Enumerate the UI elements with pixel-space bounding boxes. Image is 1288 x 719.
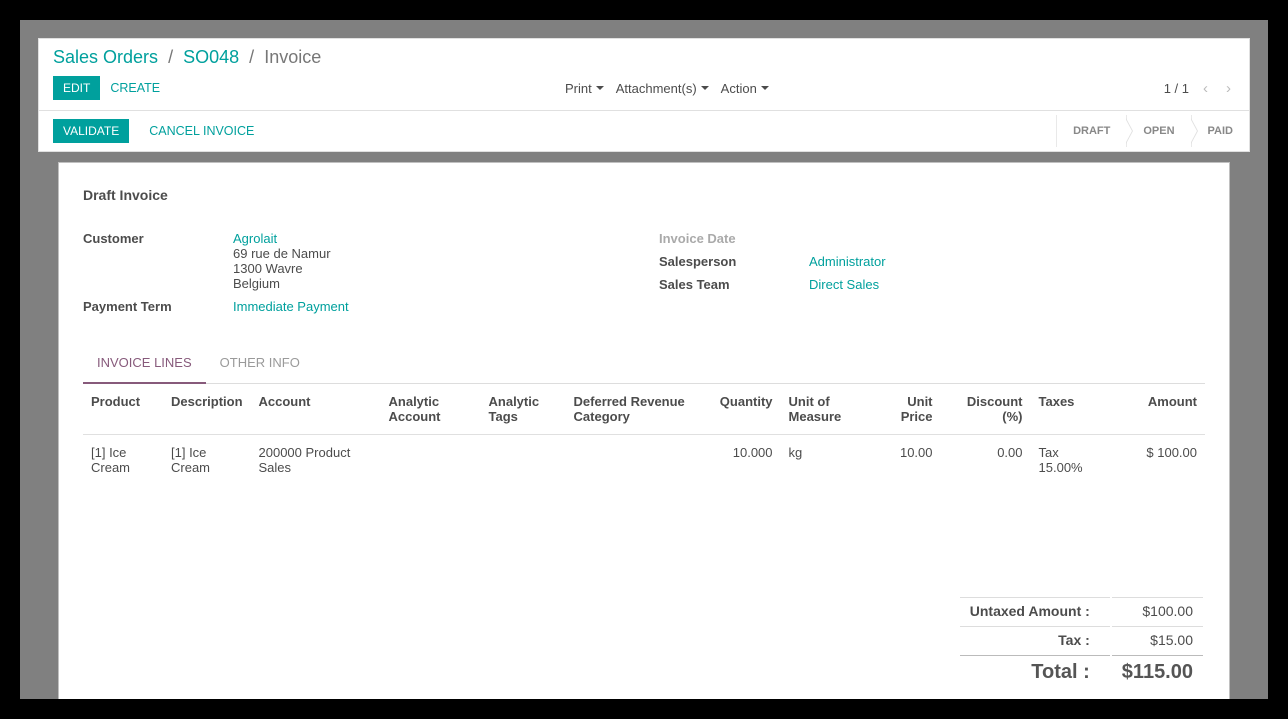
total-value: $115.00 — [1112, 655, 1203, 689]
untaxed-label: Untaxed Amount : — [960, 597, 1110, 624]
customer-addr2: 1300 Wavre — [233, 261, 303, 276]
breadcrumb-current: Invoice — [264, 47, 321, 67]
table-header-row: Product Description Account Analytic Acc… — [83, 384, 1205, 435]
viewport: Sales Orders / SO048 / Invoice EDIT CREA… — [20, 20, 1268, 699]
payment-term-link[interactable]: Immediate Payment — [233, 299, 349, 314]
col-quantity: Quantity — [706, 384, 781, 435]
table-row[interactable]: [1] Ice Cream [1] Ice Cream 200000 Produ… — [83, 435, 1205, 486]
breadcrumb: Sales Orders / SO048 / Invoice — [53, 47, 1235, 68]
total-label: Total : — [960, 655, 1110, 689]
col-analytic-tags: Analytic Tags — [481, 384, 566, 435]
tax-label: Tax : — [960, 626, 1110, 653]
cell-product: [1] Ice Cream — [83, 435, 163, 486]
totals-table: Untaxed Amount : $100.00 Tax : $15.00 To… — [958, 595, 1205, 691]
cell-amount: $ 100.00 — [1101, 435, 1205, 486]
tab-other-info[interactable]: OTHER INFO — [206, 347, 314, 384]
breadcrumb-separator: / — [168, 47, 173, 67]
sales-team-link[interactable]: Direct Sales — [809, 277, 879, 292]
col-unit-price: Unit Price — [876, 384, 941, 435]
col-deferred: Deferred Revenue Category — [566, 384, 706, 435]
invoice-lines-table: Product Description Account Analytic Acc… — [83, 384, 1205, 485]
form-left-col: Customer Agrolait 69 rue de Namur 1300 W… — [83, 229, 629, 320]
cancel-invoice-button[interactable]: CANCEL INVOICE — [139, 119, 264, 143]
customer-value: Agrolait 69 rue de Namur 1300 Wavre Belg… — [233, 229, 629, 293]
print-dropdown[interactable]: Print — [565, 81, 604, 96]
customer-label: Customer — [83, 229, 233, 293]
cell-description: [1] Ice Cream — [163, 435, 251, 486]
cell-analytic-account — [381, 435, 481, 486]
attachments-dropdown[interactable]: Attachment(s) — [616, 81, 709, 96]
tax-value: $15.00 — [1112, 626, 1203, 653]
cell-uom: kg — [781, 435, 876, 486]
form-columns: Customer Agrolait 69 rue de Namur 1300 W… — [83, 229, 1205, 320]
edit-button[interactable]: EDIT — [53, 76, 100, 100]
notebook-tabs: INVOICE LINES OTHER INFO — [83, 346, 1205, 384]
totals-grand-row: Total : $115.00 — [960, 655, 1203, 689]
salesperson-label: Salesperson — [659, 252, 809, 271]
pager-text: 1 / 1 — [1164, 81, 1189, 96]
col-account: Account — [251, 384, 381, 435]
status-row: VALIDATE CANCEL INVOICE DRAFT OPEN PAID — [39, 110, 1249, 151]
form-right-col: Invoice Date Salesperson Administrator S… — [659, 229, 1205, 320]
totals-section: Untaxed Amount : $100.00 Tax : $15.00 To… — [83, 595, 1205, 691]
cell-analytic-tags — [481, 435, 566, 486]
customer-link[interactable]: Agrolait — [233, 231, 277, 246]
sales-team-label: Sales Team — [659, 275, 809, 294]
validate-button[interactable]: VALIDATE — [53, 119, 129, 143]
cell-taxes: Tax 15.00% — [1031, 435, 1101, 486]
col-product: Product — [83, 384, 163, 435]
print-label: Print — [565, 81, 592, 96]
action-label: Action — [721, 81, 757, 96]
breadcrumb-sales-orders[interactable]: Sales Orders — [53, 47, 158, 67]
window-frame: Sales Orders / SO048 / Invoice EDIT CREA… — [0, 0, 1288, 719]
action-dropdown[interactable]: Action — [721, 81, 769, 96]
control-panel: Sales Orders / SO048 / Invoice EDIT CREA… — [38, 38, 1250, 152]
totals-untaxed-row: Untaxed Amount : $100.00 — [960, 597, 1203, 624]
cell-discount: 0.00 — [941, 435, 1031, 486]
attachments-label: Attachment(s) — [616, 81, 697, 96]
caret-down-icon — [596, 86, 604, 90]
customer-country: Belgium — [233, 276, 280, 291]
caret-down-icon — [761, 86, 769, 90]
pager: 1 / 1 ‹ › — [1164, 78, 1235, 99]
col-analytic-account: Analytic Account — [381, 384, 481, 435]
col-description: Description — [163, 384, 251, 435]
invoice-date-value — [809, 229, 1205, 248]
pager-next[interactable]: › — [1222, 78, 1235, 99]
payment-term-label: Payment Term — [83, 297, 233, 316]
stage-open[interactable]: OPEN — [1126, 115, 1190, 147]
toolbar: EDIT CREATE Print Attachment(s) Action — [39, 72, 1249, 110]
create-button[interactable]: CREATE — [100, 76, 170, 100]
stage-draft[interactable]: DRAFT — [1056, 115, 1126, 147]
stage-paid[interactable]: PAID — [1191, 115, 1249, 147]
invoice-date-label: Invoice Date — [659, 229, 809, 248]
tab-invoice-lines[interactable]: INVOICE LINES — [83, 347, 206, 384]
pager-prev[interactable]: ‹ — [1199, 78, 1212, 99]
col-taxes: Taxes — [1031, 384, 1101, 435]
breadcrumb-separator: / — [249, 47, 254, 67]
breadcrumb-order[interactable]: SO048 — [183, 47, 239, 67]
cell-deferred — [566, 435, 706, 486]
breadcrumb-row: Sales Orders / SO048 / Invoice — [39, 39, 1249, 72]
status-stages: DRAFT OPEN PAID — [1056, 111, 1249, 151]
totals-tax-row: Tax : $15.00 — [960, 626, 1203, 653]
form-sheet: Draft Invoice Customer Agrolait 69 rue d… — [58, 162, 1230, 699]
cell-quantity: 10.000 — [706, 435, 781, 486]
cell-account: 200000 Product Sales — [251, 435, 381, 486]
untaxed-value: $100.00 — [1112, 597, 1203, 624]
center-actions: Print Attachment(s) Action — [565, 81, 769, 96]
salesperson-link[interactable]: Administrator — [809, 254, 886, 269]
col-uom: Unit of Measure — [781, 384, 876, 435]
col-discount: Discount (%) — [941, 384, 1031, 435]
cell-unit-price: 10.00 — [876, 435, 941, 486]
caret-down-icon — [701, 86, 709, 90]
notebook: INVOICE LINES OTHER INFO Product Descrip… — [83, 346, 1205, 691]
customer-addr1: 69 rue de Namur — [233, 246, 331, 261]
col-amount: Amount — [1101, 384, 1205, 435]
form-title: Draft Invoice — [83, 187, 1205, 203]
